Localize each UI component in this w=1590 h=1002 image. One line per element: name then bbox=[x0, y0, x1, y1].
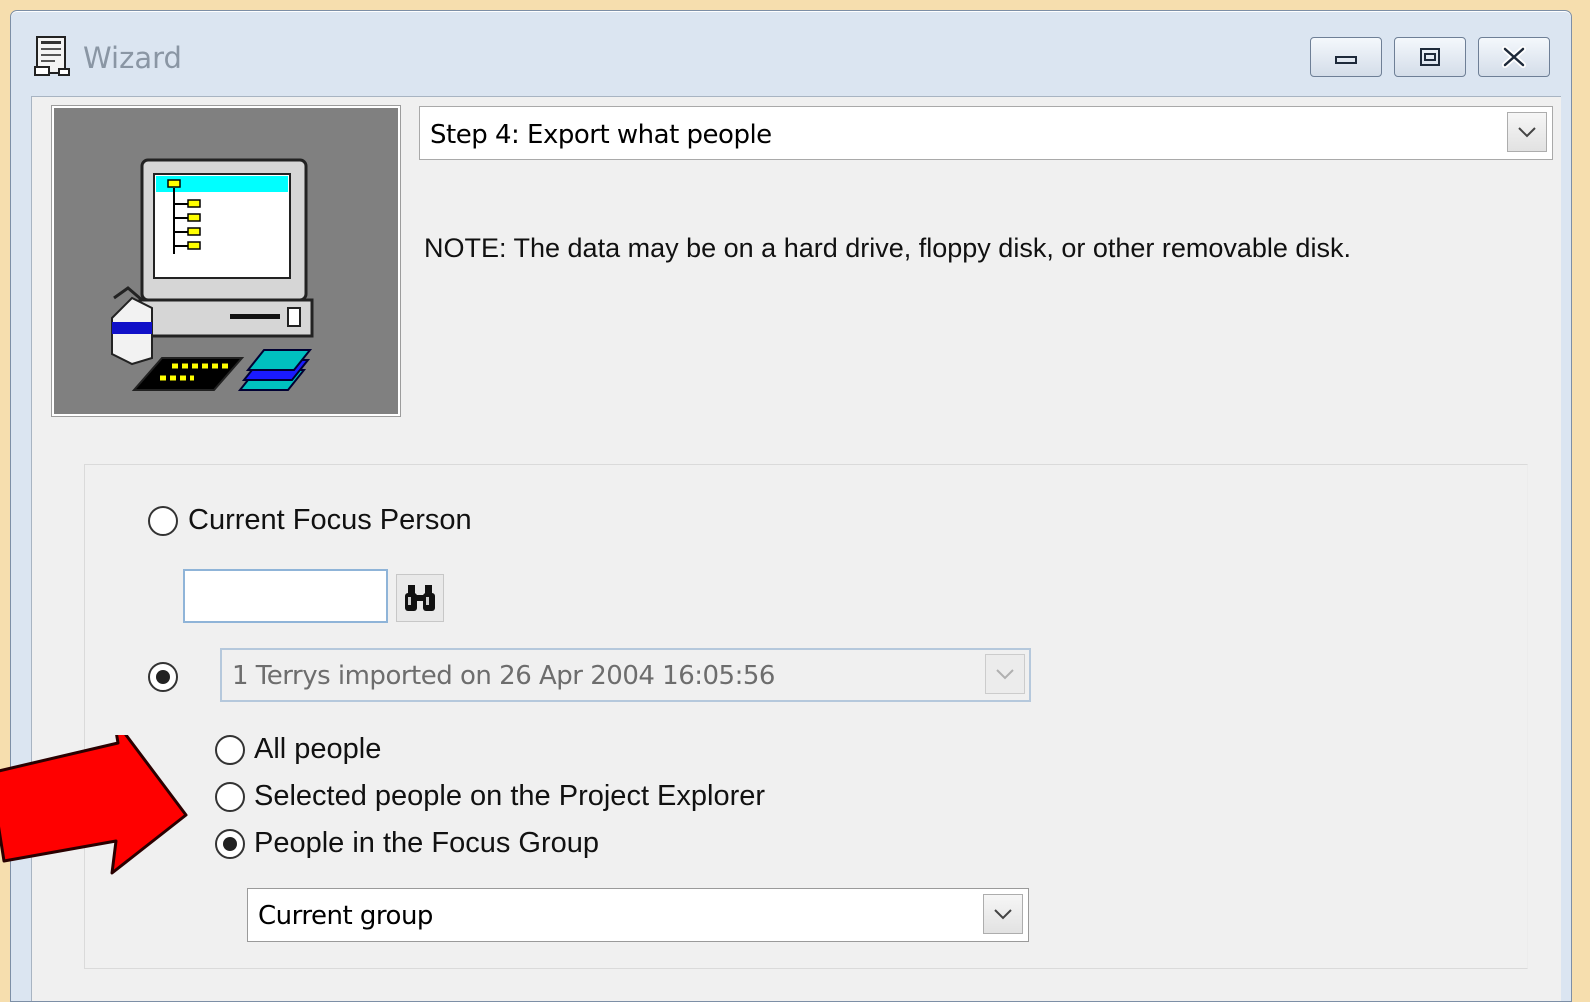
wizard-client-area: Step 4: Export what people NOTE: The dat… bbox=[31, 96, 1561, 1001]
wizard-app-icon bbox=[34, 36, 70, 76]
note-text: NOTE: The data may be on a hard drive, f… bbox=[424, 233, 1351, 263]
selected-people-label[interactable]: Selected people on the Project Explorer bbox=[254, 780, 765, 813]
close-icon bbox=[1502, 46, 1526, 68]
group-select-value: Current group bbox=[258, 901, 433, 931]
selected-people-radio[interactable] bbox=[215, 782, 245, 812]
find-person-button[interactable] bbox=[396, 574, 444, 622]
wizard-illustration bbox=[51, 105, 401, 417]
group-select-dropdown-button[interactable] bbox=[983, 894, 1023, 934]
binoculars-icon bbox=[405, 585, 435, 611]
import-source-select[interactable]: 1 Terrys imported on 26 Apr 2004 16:05:5… bbox=[220, 648, 1031, 702]
focus-group-people-radio[interactable] bbox=[215, 829, 245, 859]
current-focus-person-radio[interactable] bbox=[148, 506, 178, 536]
import-source-radio[interactable] bbox=[148, 662, 178, 692]
focus-person-input[interactable] bbox=[183, 569, 388, 623]
red-arrow-annotation bbox=[0, 735, 188, 875]
step-select-value: Step 4: Export what people bbox=[430, 120, 772, 150]
minimize-icon bbox=[1335, 56, 1357, 64]
chevron-down-icon bbox=[994, 909, 1012, 920]
computer-export-illustration-icon bbox=[111, 158, 314, 391]
window-title: Wizard bbox=[83, 41, 182, 75]
close-button[interactable] bbox=[1478, 37, 1550, 77]
maximize-button[interactable] bbox=[1394, 37, 1466, 77]
chevron-down-icon bbox=[996, 669, 1014, 680]
title-bar[interactable]: Wizard bbox=[11, 11, 1571, 91]
minimize-button[interactable] bbox=[1310, 37, 1382, 77]
current-focus-person-label[interactable]: Current Focus Person bbox=[188, 504, 472, 537]
focus-group-people-label[interactable]: People in the Focus Group bbox=[254, 827, 599, 860]
maximize-icon bbox=[1420, 48, 1440, 66]
group-select[interactable]: Current group bbox=[247, 888, 1029, 942]
import-source-dropdown-button[interactable] bbox=[985, 654, 1025, 694]
arrow-shape bbox=[0, 735, 188, 875]
import-source-value: 1 Terrys imported on 26 Apr 2004 16:05:5… bbox=[232, 661, 775, 691]
all-people-radio[interactable] bbox=[215, 735, 245, 765]
step-select[interactable]: Step 4: Export what people bbox=[419, 106, 1553, 160]
step-select-dropdown-button[interactable] bbox=[1507, 112, 1547, 152]
all-people-label[interactable]: All people bbox=[254, 733, 381, 766]
wizard-window: Wizard Step 4: Export what people NOTE: … bbox=[10, 10, 1572, 1002]
chevron-down-icon bbox=[1518, 127, 1536, 138]
